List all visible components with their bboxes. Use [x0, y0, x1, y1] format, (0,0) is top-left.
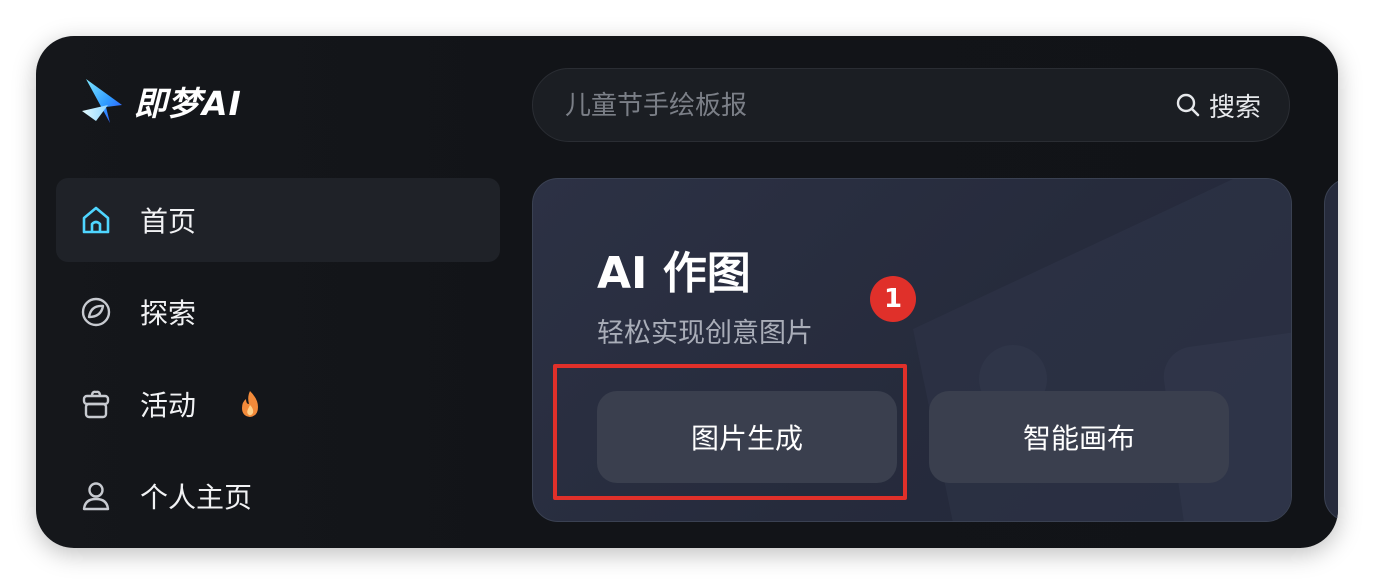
app-logo[interactable]: 即梦AI [78, 74, 242, 128]
smart-canvas-button[interactable]: 智能画布 [929, 391, 1229, 483]
sidebar-item-explore[interactable]: 探索 [56, 270, 500, 354]
sidebar-item-activity[interactable]: 活动 [56, 362, 500, 446]
sidebar-item-label: 个人主页 [140, 481, 253, 514]
gift-icon [78, 386, 114, 422]
explore-icon [78, 294, 114, 330]
search-input[interactable] [563, 69, 1127, 143]
sidebar-item-home[interactable]: 首页 [56, 178, 500, 262]
search-icon [1176, 93, 1200, 117]
card-subtitle: 轻松实现创意图片 [597, 318, 813, 349]
sidebar-item-label: 探索 [140, 297, 197, 330]
search-button-label: 搜索 [1208, 92, 1261, 123]
sidebar-item-profile[interactable]: 个人主页 [56, 454, 500, 538]
search-button[interactable]: 搜索 [1175, 69, 1261, 141]
fire-icon [242, 391, 258, 417]
home-icon [78, 202, 114, 238]
search-bar: 搜索 [532, 68, 1290, 143]
logo-icon [82, 79, 122, 123]
highlight-box [553, 364, 907, 500]
next-card-peek[interactable] [1324, 178, 1338, 522]
card-title: AI 作图 [597, 248, 751, 299]
sidebar-item-label: 首页 [140, 205, 197, 238]
logo-text: 即梦AI [134, 84, 242, 123]
sidebar-item-label: 活动 [140, 389, 197, 422]
user-icon [78, 478, 114, 514]
step-badge: 1 [870, 276, 916, 322]
